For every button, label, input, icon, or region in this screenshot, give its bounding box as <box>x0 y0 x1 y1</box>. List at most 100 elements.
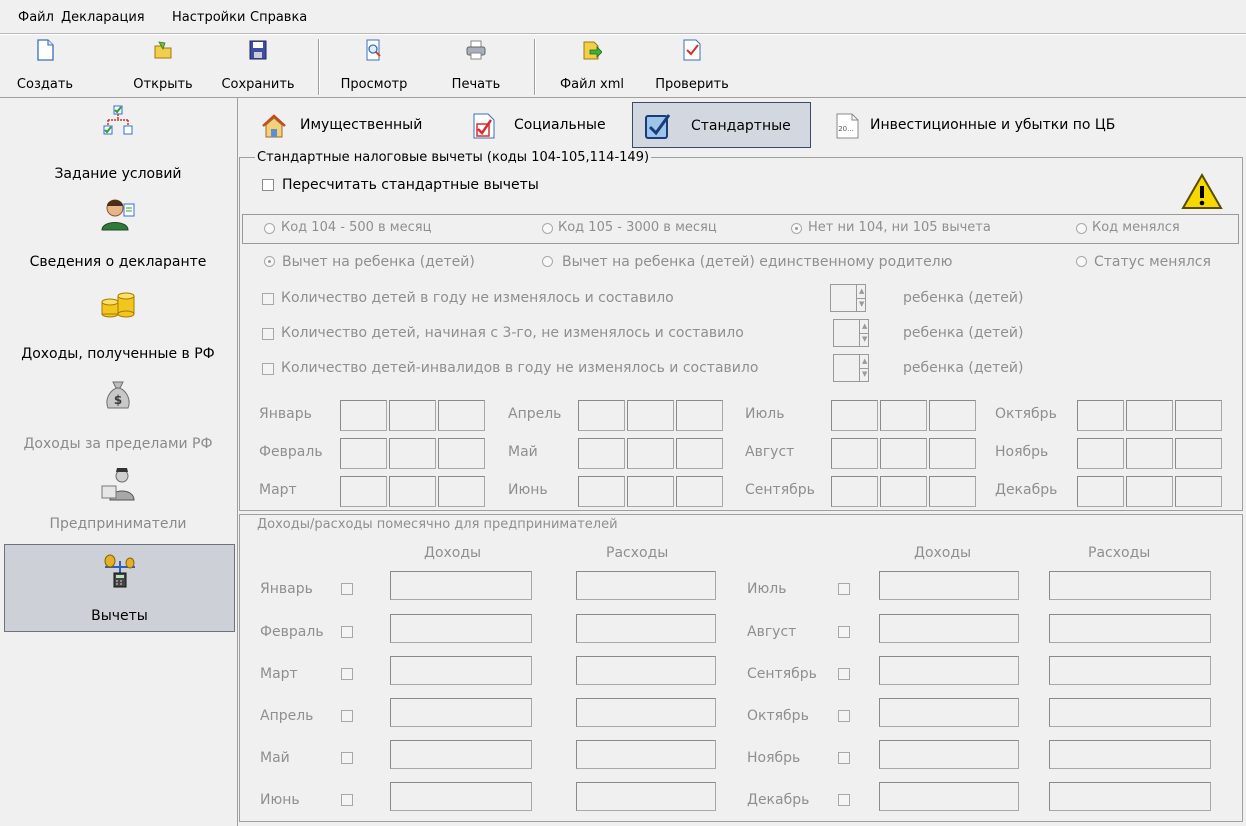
month-field[interactable] <box>1175 438 1222 469</box>
expense-field[interactable] <box>576 740 716 769</box>
expense-field[interactable] <box>1049 698 1211 727</box>
children-count-spinner[interactable]: ▲ ▼ <box>833 354 869 382</box>
income-field[interactable] <box>390 656 532 685</box>
menu-file[interactable]: Файл <box>18 10 54 25</box>
month-field[interactable] <box>627 476 674 507</box>
month-field[interactable] <box>389 438 436 469</box>
no-code-radio[interactable] <box>791 223 802 234</box>
month-field[interactable] <box>438 438 485 469</box>
income-field[interactable] <box>879 698 1019 727</box>
month-checkbox[interactable] <box>341 583 353 595</box>
month-checkbox[interactable] <box>341 668 353 680</box>
preview-button[interactable]: Просмотр <box>332 35 416 97</box>
children-count-spinner[interactable]: ▲ ▼ <box>830 284 866 312</box>
code105-radio[interactable] <box>542 223 553 234</box>
code-changed-radio[interactable] <box>1076 223 1087 234</box>
month-field[interactable] <box>1175 476 1222 507</box>
create-button[interactable]: Создать <box>14 35 76 97</box>
code104-radio[interactable] <box>264 223 275 234</box>
month-field[interactable] <box>340 438 387 469</box>
income-field[interactable] <box>879 656 1019 685</box>
recalc-checkbox[interactable] <box>262 179 274 191</box>
children-count-checkbox[interactable] <box>262 293 274 305</box>
month-field[interactable] <box>676 476 723 507</box>
month-field[interactable] <box>929 400 976 431</box>
month-field[interactable] <box>438 476 485 507</box>
income-field[interactable] <box>879 571 1019 600</box>
month-field[interactable] <box>340 476 387 507</box>
month-field[interactable] <box>578 400 625 431</box>
month-checkbox[interactable] <box>838 626 850 638</box>
expense-field[interactable] <box>1049 614 1211 643</box>
expense-field[interactable] <box>576 614 716 643</box>
expense-field[interactable] <box>1049 740 1211 769</box>
expense-field[interactable] <box>576 782 716 811</box>
sidebar-item-income-rf[interactable]: Доходы, полученные в РФ <box>0 282 236 370</box>
status-changed-radio[interactable] <box>1076 256 1087 267</box>
children-count-spinner[interactable]: ▲ ▼ <box>833 319 869 347</box>
month-field[interactable] <box>389 476 436 507</box>
month-checkbox[interactable] <box>838 583 850 595</box>
month-field[interactable] <box>578 438 625 469</box>
sidebar-item-income-abroad[interactable]: $ Доходы за пределами РФ <box>0 372 236 458</box>
month-checkbox[interactable] <box>341 626 353 638</box>
month-field[interactable] <box>627 400 674 431</box>
month-field[interactable] <box>831 438 878 469</box>
single-parent-radio[interactable] <box>542 256 553 267</box>
children-count-checkbox[interactable] <box>262 363 274 375</box>
tab-investment[interactable]: 20... Инвестиционные и убытки по ЦБ <box>824 102 1154 148</box>
tab-standard[interactable]: Стандартные <box>632 102 811 148</box>
sidebar-item-conditions[interactable]: Задание условий <box>0 100 236 190</box>
print-button[interactable]: Печать <box>440 35 512 97</box>
month-field[interactable] <box>1077 438 1124 469</box>
month-checkbox[interactable] <box>838 752 850 764</box>
expense-field[interactable] <box>1049 782 1211 811</box>
tab-property[interactable]: Имущественный <box>250 102 450 148</box>
month-field[interactable] <box>1126 438 1173 469</box>
menu-settings[interactable]: Настройки <box>172 10 245 25</box>
month-checkbox[interactable] <box>341 710 353 722</box>
expense-field[interactable] <box>1049 571 1211 600</box>
month-field[interactable] <box>627 438 674 469</box>
month-field[interactable] <box>1126 400 1173 431</box>
month-field[interactable] <box>1077 476 1124 507</box>
month-checkbox[interactable] <box>838 794 850 806</box>
income-field[interactable] <box>879 614 1019 643</box>
month-field[interactable] <box>340 400 387 431</box>
month-checkbox[interactable] <box>341 794 353 806</box>
child-deduction-radio[interactable] <box>264 256 275 267</box>
open-button[interactable]: Открыть <box>124 35 202 97</box>
month-checkbox[interactable] <box>838 710 850 722</box>
month-field[interactable] <box>676 438 723 469</box>
month-checkbox[interactable] <box>341 752 353 764</box>
expense-field[interactable] <box>576 571 716 600</box>
month-field[interactable] <box>1126 476 1173 507</box>
sidebar-item-deductions[interactable]: Вычеты <box>4 544 235 632</box>
month-field[interactable] <box>929 476 976 507</box>
month-field[interactable] <box>880 400 927 431</box>
menu-declaration[interactable]: Декларация <box>61 10 145 25</box>
income-field[interactable] <box>390 571 532 600</box>
month-field[interactable] <box>929 438 976 469</box>
month-checkbox[interactable] <box>838 668 850 680</box>
month-field[interactable] <box>676 400 723 431</box>
save-button[interactable]: Сохранить <box>218 35 298 97</box>
expense-field[interactable] <box>576 698 716 727</box>
warning-icon[interactable] <box>1180 172 1224 212</box>
month-field[interactable] <box>1077 400 1124 431</box>
month-field[interactable] <box>389 400 436 431</box>
month-field[interactable] <box>880 438 927 469</box>
month-field[interactable] <box>831 476 878 507</box>
month-field[interactable] <box>831 400 878 431</box>
tab-social[interactable]: Социальные <box>460 102 630 148</box>
children-count-checkbox[interactable] <box>262 328 274 340</box>
expense-field[interactable] <box>576 656 716 685</box>
income-field[interactable] <box>390 614 532 643</box>
income-field[interactable] <box>879 740 1019 769</box>
income-field[interactable] <box>390 698 532 727</box>
check-button[interactable]: Проверить <box>644 35 740 97</box>
sidebar-item-entrepreneurs[interactable]: Предприниматели <box>0 462 236 540</box>
month-field[interactable] <box>578 476 625 507</box>
month-field[interactable] <box>1175 400 1222 431</box>
sidebar-item-declarant[interactable]: Сведения о декларанте <box>0 192 236 278</box>
